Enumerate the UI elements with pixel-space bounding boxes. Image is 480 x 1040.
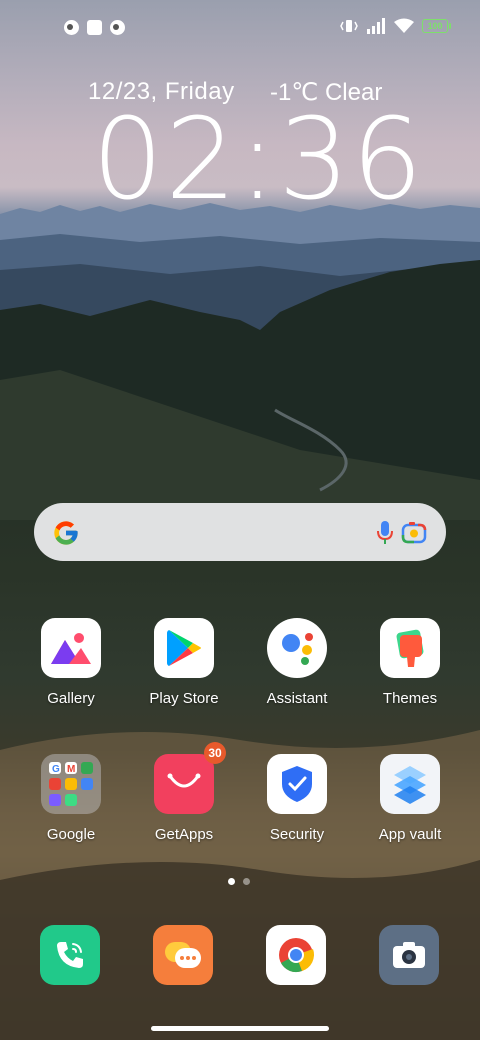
notification-icon (64, 20, 79, 35)
status-bar: 100 (0, 0, 480, 56)
assistant-icon (267, 618, 327, 678)
svg-text:M: M (67, 764, 75, 775)
app-label: App vault (378, 826, 442, 843)
page-dot (228, 878, 235, 885)
app-label: Play Store (149, 690, 219, 707)
signal-icon (367, 18, 385, 34)
google-search-bar[interactable] (34, 503, 446, 561)
system-icons: 100 (340, 18, 451, 34)
home-gesture-bar[interactable] (151, 1026, 329, 1031)
phone-icon[interactable] (40, 925, 100, 985)
app-label: Security (269, 826, 325, 843)
themes-icon (380, 618, 440, 678)
app-app-vault[interactable]: App vault (360, 754, 460, 843)
microphone-icon[interactable] (376, 520, 394, 546)
play-store-icon (154, 618, 214, 678)
notification-icons (64, 20, 125, 35)
forest-hills (0, 260, 480, 520)
google-g-icon (54, 521, 78, 545)
wifi-icon (394, 18, 414, 33)
page-indicator[interactable] (228, 878, 250, 885)
vibrate-icon (340, 20, 358, 32)
app-label: Themes (382, 690, 438, 707)
notification-icon (110, 20, 125, 35)
app-play-store[interactable]: Play Store (134, 618, 234, 707)
gallery-icon (41, 618, 101, 678)
app-label: Gallery (47, 690, 95, 707)
battery-icon: 100 (422, 19, 451, 33)
google-folder-icon: G M (41, 754, 101, 814)
getapps-icon: 30 (154, 742, 226, 814)
notification-badge: 30 (204, 742, 226, 764)
app-assistant[interactable]: Assistant (247, 618, 347, 707)
app-label: GetApps (154, 826, 214, 843)
app-getapps[interactable]: 30 GetApps (134, 742, 234, 843)
square-app-icon (87, 20, 102, 35)
messaging-icon[interactable] (153, 925, 213, 985)
page-dot (243, 878, 250, 885)
app-gallery[interactable]: Gallery (21, 618, 121, 707)
chrome-icon[interactable] (266, 925, 326, 985)
folder-google[interactable]: G M Google (21, 754, 121, 843)
camera-icon[interactable] (379, 925, 439, 985)
clock-time: 02:36 (92, 95, 425, 225)
app-security[interactable]: Security (247, 754, 347, 843)
app-vault-icon (380, 754, 440, 814)
app-themes[interactable]: Themes (360, 618, 460, 707)
google-lens-icon[interactable] (400, 519, 428, 547)
app-label: Assistant (266, 690, 328, 707)
app-label: Google (46, 826, 96, 843)
svg-text:G: G (52, 764, 60, 775)
security-icon (267, 754, 327, 814)
